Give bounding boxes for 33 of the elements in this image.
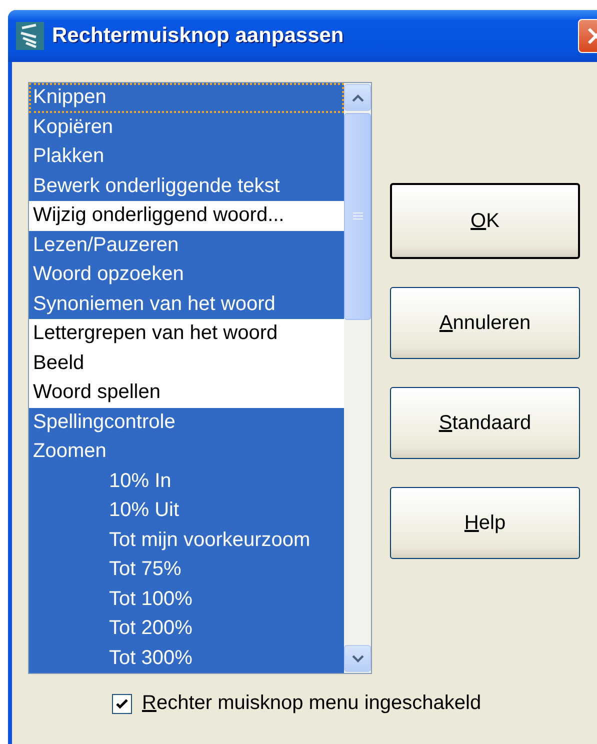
list-item[interactable]: Knippen	[29, 83, 344, 112]
list-item[interactable]: Synoniemen van het woord	[29, 290, 344, 319]
list-item[interactable]: Tot 200%	[29, 614, 344, 644]
checkbox[interactable]	[112, 694, 132, 714]
list-item[interactable]: Tot 300%	[29, 644, 344, 673]
list-item[interactable]: Bewerk onderliggende tekst	[29, 172, 344, 201]
list-item[interactable]: Woord opzoeken	[29, 260, 344, 290]
list-item[interactable]: Tot 75%	[29, 555, 344, 584]
dialog-button[interactable]: Annuleren	[390, 287, 580, 359]
checkmark-icon	[116, 698, 128, 708]
list-item[interactable]: Spellingcontrole	[29, 408, 344, 437]
dialog-button[interactable]: Standaard	[390, 387, 580, 459]
list-item[interactable]: Kopiëren	[29, 112, 344, 142]
checkbox-label: Rechter muisknop menu ingeschakeld	[142, 692, 482, 715]
dialog-button[interactable]: Help	[390, 487, 580, 559]
scroll-down-button[interactable]	[344, 645, 371, 672]
scroll-thumb[interactable]	[344, 113, 371, 320]
list-item[interactable]: Zoomen	[29, 437, 344, 466]
dialog-button[interactable]: OK	[390, 183, 580, 259]
list-item[interactable]: Tot mijn voorkeurzoom	[29, 526, 344, 555]
scroll-up-button[interactable]	[344, 84, 371, 111]
list-item[interactable]: Plakken	[29, 142, 344, 172]
caret-down-icon	[352, 654, 364, 662]
list-item[interactable]: Tot 100%	[29, 584, 344, 614]
list-item[interactable]: 10% Uit	[29, 496, 344, 526]
caret-up-icon	[352, 94, 364, 102]
app-icon	[16, 22, 44, 50]
scrollbar[interactable]	[344, 83, 371, 673]
list-item[interactable]: 10% In	[29, 466, 344, 496]
list-item[interactable]: Lezen/Pauzeren	[29, 230, 344, 260]
grip-icon	[352, 212, 362, 221]
window-title: Rechtermuisknop aanpassen	[52, 24, 345, 48]
menu-item-list[interactable]	[28, 82, 372, 674]
